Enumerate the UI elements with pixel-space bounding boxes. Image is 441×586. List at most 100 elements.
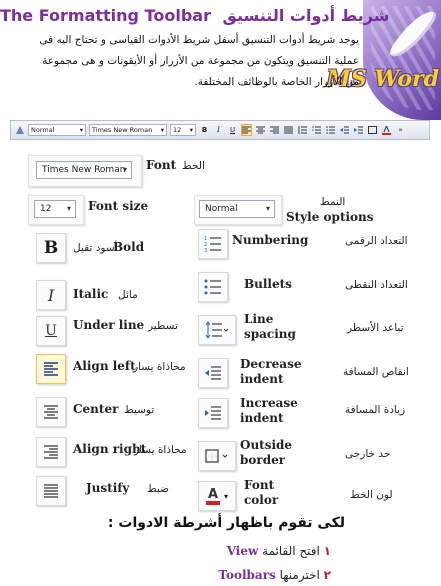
font-color-label-en2: color [244, 493, 279, 507]
center-icon [44, 405, 58, 419]
chevron-down-icon: ▾ [79, 126, 83, 134]
size-dropdown-value: 12 [173, 126, 182, 134]
line-spacing-tile[interactable] [198, 315, 236, 345]
numbering-button[interactable] [311, 124, 322, 136]
line-spacing-icon [205, 321, 229, 339]
center-label-ar: توسيط [124, 404, 155, 416]
step-1-number: ١ [323, 544, 331, 558]
decrease-indent-label-en1: Decrease [240, 357, 302, 371]
bullets-icon [204, 279, 221, 295]
increase-indent-label-en2: indent [240, 411, 284, 425]
font-size-combo-value: 12 [40, 204, 52, 214]
bullets-label-en: Bullets [244, 277, 292, 291]
title-arabic: شريط أدوات التنسيق [222, 6, 390, 25]
font-label-en: Font [146, 158, 177, 172]
step-2: ٢ اخترمنها Toolbars [218, 568, 331, 582]
align-left-label-ar: محاذاة يسار [133, 361, 186, 373]
numbering-label-ar: التعداد الرقمى [345, 235, 408, 247]
justify-tile[interactable] [36, 476, 66, 506]
numbering-icon: 123 [204, 236, 221, 253]
style-dropdown[interactable]: Normal ▾ [28, 124, 86, 136]
font-size-label: Font size [88, 199, 149, 213]
line-spacing-button[interactable] [297, 124, 308, 136]
font-color-tile[interactable]: A ▾ [198, 481, 236, 511]
decrease-indent-icon [205, 366, 221, 380]
underline-icon: U [45, 323, 57, 339]
chevron-down-icon: ▾ [160, 126, 164, 134]
align-right-button[interactable] [269, 124, 280, 136]
increase-indent-button[interactable] [353, 124, 364, 136]
justify-icon [44, 484, 58, 498]
outside-border-label-en1: Outside [240, 438, 293, 452]
styles-pane-icon[interactable] [14, 124, 25, 136]
outside-border-label-ar: حد خارجى [345, 448, 391, 460]
align-right-label-ar: محاذاة يسار [134, 444, 187, 456]
increase-indent-icon [205, 406, 221, 420]
bold-button[interactable]: B [199, 124, 210, 136]
decrease-indent-label-en2: indent [240, 372, 284, 386]
outside-border-label-en2: border [240, 453, 286, 467]
underline-label-ar: تسطير [148, 320, 178, 332]
underline-tile[interactable]: U [36, 316, 66, 346]
align-left-icon [44, 362, 58, 376]
bullets-button[interactable] [325, 124, 336, 136]
center-label-en: Center [73, 402, 119, 416]
svg-text:3: 3 [204, 248, 207, 253]
toolbars-heading: لكى تقوم باظهار أشرطة الادوات : [107, 515, 345, 531]
step-1-text: افتح القائمة [262, 544, 320, 558]
justify-label-en: Justify [86, 481, 130, 495]
align-left-tile[interactable] [36, 354, 66, 384]
bold-icon: B [43, 238, 59, 258]
decrease-indent-label-ar: انقاص المسافة [343, 366, 409, 378]
style-dropdown-value: Normal [31, 126, 55, 134]
border-button[interactable] [367, 124, 378, 136]
decrease-indent-tile[interactable] [198, 358, 228, 388]
font-color-icon: A ▾ [205, 486, 228, 505]
bold-tile[interactable]: B [36, 233, 66, 263]
justify-button[interactable] [283, 124, 294, 136]
chevron-down-icon: ▾ [223, 491, 228, 501]
line-spacing-label-ar: تباعد الأسطر [347, 322, 404, 334]
underline-button[interactable]: U [227, 124, 238, 136]
chevron-down-icon: ▾ [66, 204, 71, 213]
increase-indent-tile[interactable] [198, 398, 228, 428]
italic-label-en: Italic [73, 287, 109, 301]
bold-label-ar: أسود ثقيل [73, 242, 118, 254]
underline-label-en: Under line [73, 318, 145, 332]
font-color-label-en1: Font [244, 478, 275, 492]
center-tile[interactable] [36, 397, 66, 427]
style-label-en: Style options [286, 210, 374, 224]
font-label-ar: الخط [182, 160, 205, 172]
chevron-down-icon: ▾ [265, 204, 270, 213]
align-right-tile[interactable] [36, 437, 66, 467]
style-label-ar: النمط [320, 196, 346, 208]
page-title: The Formatting Toolbar شريط أدوات التنسي… [0, 6, 390, 30]
font-color-button[interactable] [381, 124, 392, 136]
center-button[interactable] [255, 124, 266, 136]
font-color-glyph: A [207, 486, 219, 502]
view-menu-label: View [226, 544, 259, 558]
font-dropdown[interactable]: Times New Roman ▾ [89, 124, 167, 136]
increase-indent-label-ar: زيادة المسافة [345, 404, 406, 416]
outside-border-tile[interactable] [198, 441, 236, 471]
intro-paragraph: يوجد شريط أدوات التنسيق أسفل شريط الأدوا… [39, 34, 359, 88]
italic-button[interactable]: I [213, 124, 224, 136]
toolbar-options-button[interactable]: » [395, 124, 406, 136]
numbering-tile[interactable]: 123 [198, 229, 228, 259]
size-dropdown[interactable]: 12 ▾ [170, 124, 196, 136]
decrease-indent-button[interactable] [339, 124, 350, 136]
font-size-combo[interactable]: 12 ▾ [34, 200, 76, 218]
font-color-label-ar: لون الخط [350, 489, 393, 501]
italic-tile[interactable]: I [36, 280, 66, 310]
font-combo-value: Times New Roman [42, 165, 126, 175]
numbering-label-en: Numbering [232, 233, 309, 247]
align-left-button[interactable] [241, 124, 252, 136]
italic-icon: I [47, 285, 55, 305]
bullets-tile[interactable] [198, 272, 228, 302]
font-combo[interactable]: Times New Roman ▾ [36, 161, 132, 179]
style-combo-value: Normal [205, 204, 238, 214]
chevron-down-icon: ▾ [189, 126, 193, 134]
increase-indent-label-en1: Increase [240, 396, 298, 410]
style-combo[interactable]: Normal ▾ [199, 200, 275, 218]
step-2-text: اخترمنها [279, 568, 320, 582]
